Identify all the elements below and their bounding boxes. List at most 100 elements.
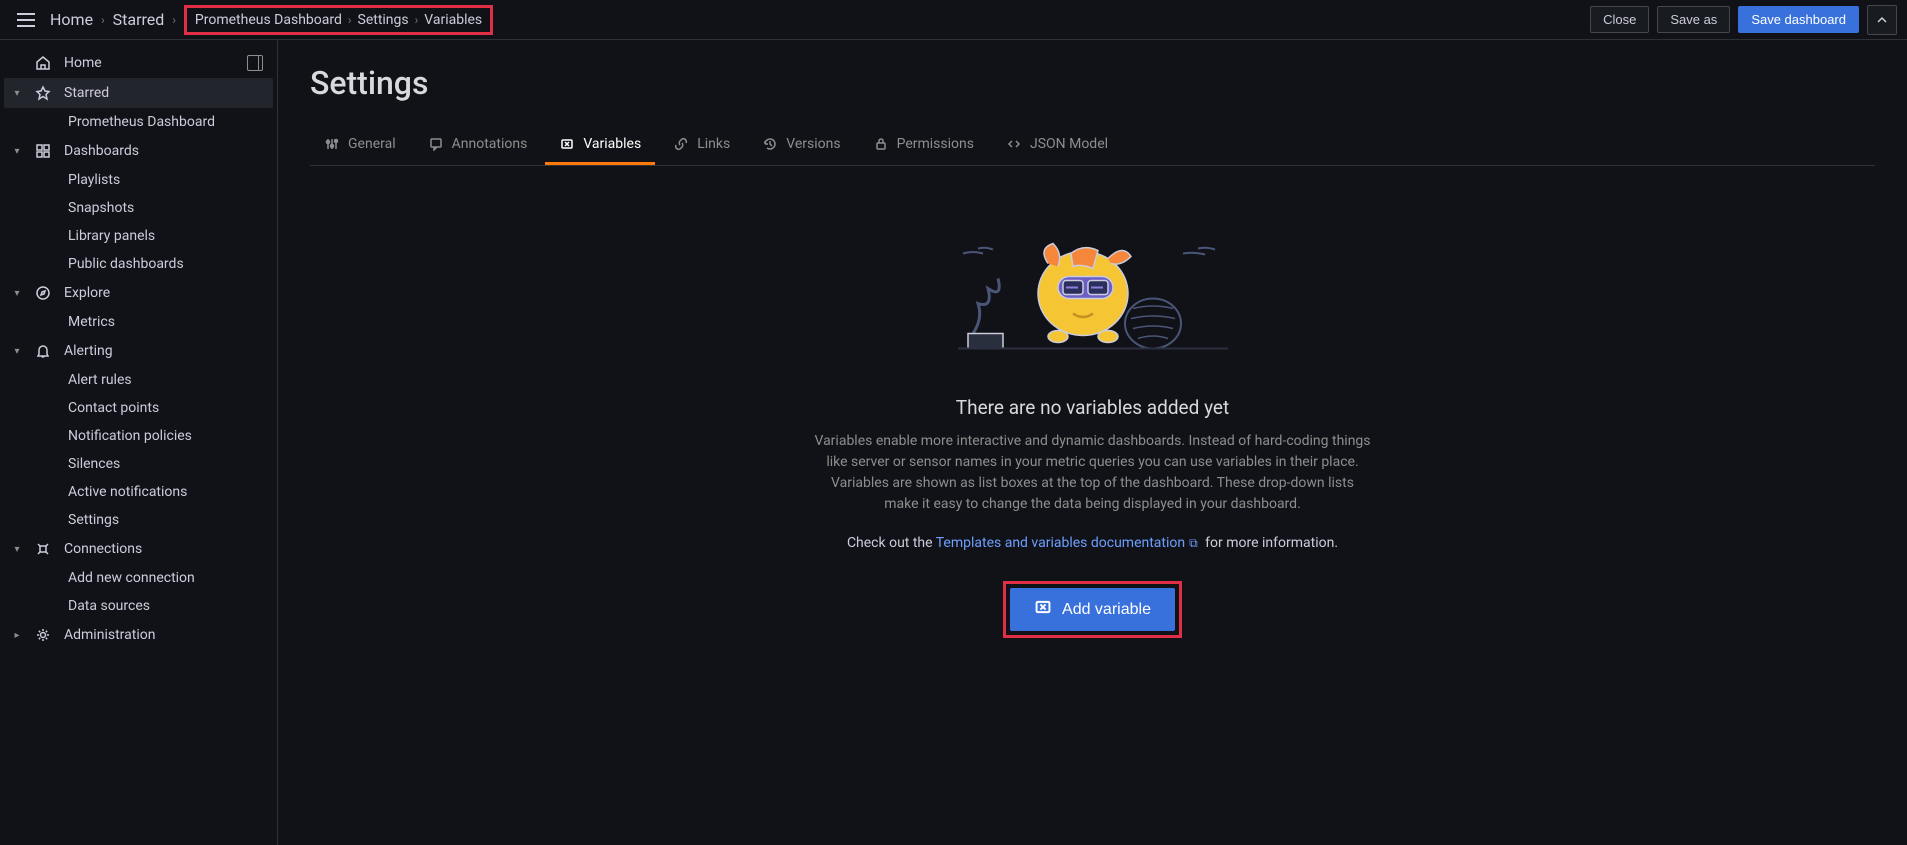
menu-button[interactable] (10, 4, 42, 36)
sidebar-item-alert-rules[interactable]: Alert rules (4, 366, 273, 394)
empty-state-title: There are no variables added yet (956, 396, 1229, 419)
sidebar: Home ▾ Starred Prometheus Dashboard ▾ Da… (0, 40, 278, 845)
breadcrumb-starred[interactable]: Starred (113, 10, 165, 29)
home-icon (34, 54, 52, 72)
page-title: Settings (310, 64, 1875, 102)
sidebar-item-label: Silences (68, 456, 120, 472)
dashboard-icon (34, 142, 52, 160)
sidebar-item-label: Administration (64, 627, 155, 643)
sidebar-item-add-connection[interactable]: Add new connection (4, 564, 273, 592)
sidebar-item-playlists[interactable]: Playlists (4, 166, 273, 194)
sidebar-item-alerting-settings[interactable]: Settings (4, 506, 273, 534)
hamburger-icon (17, 13, 35, 27)
sidebar-item-alerting[interactable]: ▾ Alerting (4, 336, 273, 366)
save-dashboard-button[interactable]: Save dashboard (1738, 6, 1859, 33)
sidebar-item-label: Active notifications (68, 484, 187, 500)
sidebar-item-dashboards[interactable]: ▾ Dashboards (4, 136, 273, 166)
breadcrumb-home[interactable]: Home (50, 10, 93, 29)
collapse-button[interactable] (1867, 5, 1897, 35)
sidebar-item-silences[interactable]: Silences (4, 450, 273, 478)
sidebar-item-prometheus-dashboard[interactable]: Prometheus Dashboard (4, 108, 273, 136)
sidebar-item-label: Notification policies (68, 428, 192, 444)
sidebar-item-notification-policies[interactable]: Notification policies (4, 422, 273, 450)
sidebar-item-label: Playlists (68, 172, 120, 188)
history-icon (762, 136, 778, 152)
sidebar-item-public-dashboards[interactable]: Public dashboards (4, 250, 273, 278)
add-variable-button[interactable]: Add variable (1010, 588, 1175, 631)
chevron-right-icon: › (172, 13, 176, 27)
chevron-down-icon: ▾ (12, 346, 22, 357)
bell-icon (34, 342, 52, 360)
text: for more information. (1202, 535, 1338, 551)
external-link-icon: ⧉ (1189, 536, 1198, 551)
variable-icon (559, 136, 575, 152)
breadcrumb-highlighted-section: Prometheus Dashboard › Settings › Variab… (184, 5, 493, 35)
sidebar-item-label: Dashboards (64, 143, 139, 159)
code-icon (1006, 136, 1022, 152)
tab-versions[interactable]: Versions (748, 126, 854, 165)
star-icon (34, 84, 52, 102)
breadcrumb-settings[interactable]: Settings (358, 12, 409, 28)
sidebar-item-label: Alerting (64, 343, 113, 359)
tab-label: Permissions (897, 136, 974, 152)
empty-state-description: Variables enable more interactive and dy… (813, 431, 1373, 515)
docs-link[interactable]: Templates and variables documentation (936, 535, 1185, 551)
tab-json-model[interactable]: JSON Model (992, 126, 1122, 165)
tab-links[interactable]: Links (659, 126, 744, 165)
sidebar-item-starred[interactable]: ▾ Starred (4, 78, 273, 108)
chevron-down-icon: ▾ (12, 544, 22, 555)
text: Check out the (847, 535, 936, 551)
button-label: Add variable (1062, 601, 1151, 619)
main-content: Settings General Annotations Variables L… (278, 40, 1907, 845)
sidebar-item-snapshots[interactable]: Snapshots (4, 194, 273, 222)
tab-label: Versions (786, 136, 840, 152)
tab-label: JSON Model (1030, 136, 1108, 152)
chevron-right-icon: › (101, 13, 105, 27)
sidebar-item-label: Data sources (68, 598, 150, 614)
link-icon (673, 136, 689, 152)
sidebar-item-connections[interactable]: ▾ Connections (4, 534, 273, 564)
sidebar-item-data-sources[interactable]: Data sources (4, 592, 273, 620)
sidebar-item-label: Library panels (68, 228, 155, 244)
sidebar-item-label: Alert rules (68, 372, 132, 388)
sidebar-item-metrics[interactable]: Metrics (4, 308, 273, 336)
chevron-right-icon: › (348, 13, 352, 27)
sidebar-item-active-notifications[interactable]: Active notifications (4, 478, 273, 506)
grot-illustration (953, 216, 1233, 366)
variable-icon (1034, 598, 1052, 621)
sidebar-item-home[interactable]: Home (4, 48, 273, 78)
gear-icon (34, 626, 52, 644)
lock-icon (873, 136, 889, 152)
sidebar-item-administration[interactable]: ▸ Administration (4, 620, 273, 650)
sidebar-item-label: Add new connection (68, 570, 195, 586)
plug-icon (34, 540, 52, 558)
breadcrumb-dashboard[interactable]: Prometheus Dashboard (195, 12, 342, 28)
dock-icon[interactable] (247, 55, 263, 71)
tab-label: General (348, 136, 396, 152)
sidebar-item-label: Prometheus Dashboard (68, 114, 215, 130)
sidebar-item-label: Connections (64, 541, 142, 557)
close-button[interactable]: Close (1590, 6, 1649, 33)
tab-permissions[interactable]: Permissions (859, 126, 988, 165)
sliders-icon (324, 136, 340, 152)
save-as-button[interactable]: Save as (1657, 6, 1730, 33)
sidebar-item-label: Snapshots (68, 200, 134, 216)
tab-variables[interactable]: Variables (545, 126, 655, 165)
chevron-up-icon (1876, 14, 1888, 26)
sidebar-item-contact-points[interactable]: Contact points (4, 394, 273, 422)
tab-label: Variables (583, 136, 641, 152)
sidebar-item-label: Starred (64, 85, 109, 101)
cta-highlight: Add variable (1003, 581, 1182, 638)
breadcrumb-variables[interactable]: Variables (424, 12, 482, 28)
chevron-down-icon: ▾ (12, 146, 22, 157)
sidebar-item-label: Settings (68, 512, 119, 528)
sidebar-item-explore[interactable]: ▾ Explore (4, 278, 273, 308)
tab-label: Annotations (452, 136, 528, 152)
sidebar-item-label: Metrics (68, 314, 115, 330)
tab-general[interactable]: General (310, 126, 410, 165)
tab-annotations[interactable]: Annotations (414, 126, 542, 165)
chevron-down-icon: ▾ (12, 288, 22, 299)
sidebar-item-label: Public dashboards (68, 256, 184, 272)
sidebar-item-label: Explore (64, 285, 110, 301)
sidebar-item-library-panels[interactable]: Library panels (4, 222, 273, 250)
